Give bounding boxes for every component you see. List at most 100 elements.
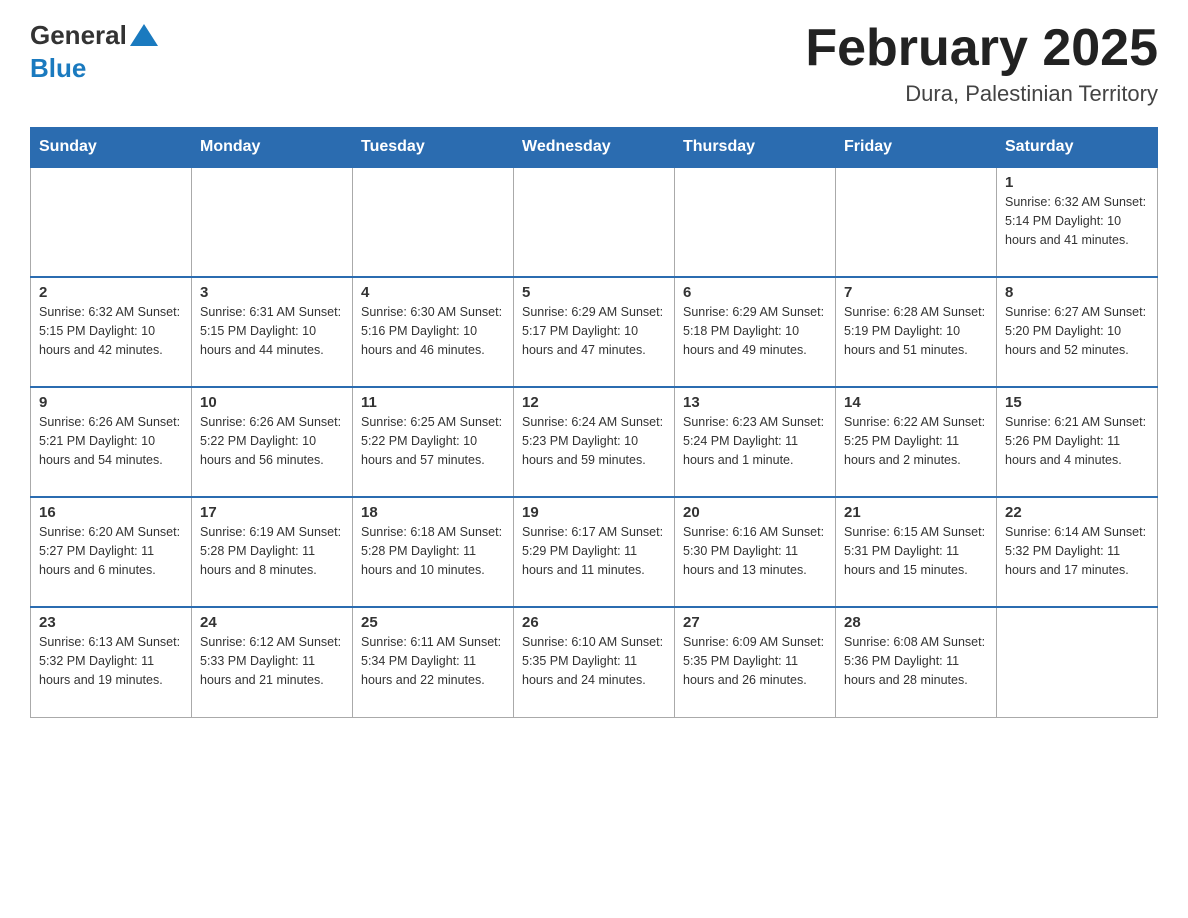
- month-title: February 2025: [805, 20, 1158, 77]
- calendar-cell: 5 Sunrise: 6:29 AM Sunset: 5:17 PM Daylig…: [514, 277, 675, 387]
- day-info: Sunrise: 6:22 AM Sunset: 5:25 PM Dayligh…: [844, 413, 988, 469]
- calendar-cell: 11 Sunrise: 6:25 AM Sunset: 5:22 PM Dayli…: [353, 387, 514, 497]
- title-block: February 2025 Dura, Palestinian Territor…: [805, 20, 1158, 107]
- calendar-week-row: 16 Sunrise: 6:20 AM Sunset: 5:27 PM Dayli…: [31, 497, 1158, 607]
- logo-general-text: General: [30, 20, 127, 51]
- day-number: 14: [844, 394, 988, 411]
- calendar-cell: [192, 167, 353, 277]
- calendar-cell: 21 Sunrise: 6:15 AM Sunset: 5:31 PM Dayli…: [836, 497, 997, 607]
- day-number: 23: [39, 614, 183, 631]
- calendar-cell: 10 Sunrise: 6:26 AM Sunset: 5:22 PM Dayli…: [192, 387, 353, 497]
- day-number: 5: [522, 284, 666, 301]
- calendar-cell: 20 Sunrise: 6:16 AM Sunset: 5:30 PM Dayli…: [675, 497, 836, 607]
- day-info: Sunrise: 6:25 AM Sunset: 5:22 PM Dayligh…: [361, 413, 505, 469]
- weekday-header-thursday: Thursday: [675, 128, 836, 168]
- calendar-week-row: 2 Sunrise: 6:32 AM Sunset: 5:15 PM Daylig…: [31, 277, 1158, 387]
- calendar-cell: [836, 167, 997, 277]
- day-info: Sunrise: 6:18 AM Sunset: 5:28 PM Dayligh…: [361, 523, 505, 579]
- page-header: General Blue February 2025 Dura, Palesti…: [30, 20, 1158, 107]
- calendar-week-row: 23 Sunrise: 6:13 AM Sunset: 5:32 PM Dayli…: [31, 607, 1158, 717]
- calendar-cell: 24 Sunrise: 6:12 AM Sunset: 5:33 PM Dayli…: [192, 607, 353, 717]
- calendar-cell: 4 Sunrise: 6:30 AM Sunset: 5:16 PM Daylig…: [353, 277, 514, 387]
- day-info: Sunrise: 6:20 AM Sunset: 5:27 PM Dayligh…: [39, 523, 183, 579]
- day-info: Sunrise: 6:12 AM Sunset: 5:33 PM Dayligh…: [200, 633, 344, 689]
- day-number: 27: [683, 614, 827, 631]
- calendar-week-row: 9 Sunrise: 6:26 AM Sunset: 5:21 PM Daylig…: [31, 387, 1158, 497]
- calendar-cell: [31, 167, 192, 277]
- day-number: 4: [361, 284, 505, 301]
- weekday-header-sunday: Sunday: [31, 128, 192, 168]
- logo-triangle-icon: [130, 24, 158, 46]
- day-number: 16: [39, 504, 183, 521]
- logo: General Blue: [30, 20, 158, 84]
- day-number: 11: [361, 394, 505, 411]
- day-info: Sunrise: 6:19 AM Sunset: 5:28 PM Dayligh…: [200, 523, 344, 579]
- day-number: 22: [1005, 504, 1149, 521]
- day-info: Sunrise: 6:13 AM Sunset: 5:32 PM Dayligh…: [39, 633, 183, 689]
- day-info: Sunrise: 6:32 AM Sunset: 5:15 PM Dayligh…: [39, 303, 183, 359]
- day-number: 2: [39, 284, 183, 301]
- day-number: 9: [39, 394, 183, 411]
- day-number: 6: [683, 284, 827, 301]
- calendar-cell: [675, 167, 836, 277]
- day-number: 21: [844, 504, 988, 521]
- day-info: Sunrise: 6:17 AM Sunset: 5:29 PM Dayligh…: [522, 523, 666, 579]
- day-info: Sunrise: 6:23 AM Sunset: 5:24 PM Dayligh…: [683, 413, 827, 469]
- day-number: 12: [522, 394, 666, 411]
- calendar-cell: 28 Sunrise: 6:08 AM Sunset: 5:36 PM Dayli…: [836, 607, 997, 717]
- weekday-header-friday: Friday: [836, 128, 997, 168]
- day-number: 8: [1005, 284, 1149, 301]
- day-info: Sunrise: 6:32 AM Sunset: 5:14 PM Dayligh…: [1005, 193, 1149, 249]
- calendar-cell: 8 Sunrise: 6:27 AM Sunset: 5:20 PM Daylig…: [997, 277, 1158, 387]
- calendar-cell: 7Sunrise: 6:28 AM Sunset: 5:19 PM Daylig…: [836, 277, 997, 387]
- day-info: Sunrise: 6:09 AM Sunset: 5:35 PM Dayligh…: [683, 633, 827, 689]
- day-info: Sunrise: 6:26 AM Sunset: 5:21 PM Dayligh…: [39, 413, 183, 469]
- day-info: Sunrise: 6:30 AM Sunset: 5:16 PM Dayligh…: [361, 303, 505, 359]
- calendar-cell: 3Sunrise: 6:31 AM Sunset: 5:15 PM Daylig…: [192, 277, 353, 387]
- day-info: Sunrise: 6:16 AM Sunset: 5:30 PM Dayligh…: [683, 523, 827, 579]
- calendar-cell: 15 Sunrise: 6:21 AM Sunset: 5:26 PM Dayli…: [997, 387, 1158, 497]
- location-subtitle: Dura, Palestinian Territory: [805, 81, 1158, 107]
- day-number: 13: [683, 394, 827, 411]
- calendar-cell: 25 Sunrise: 6:11 AM Sunset: 5:34 PM Dayli…: [353, 607, 514, 717]
- calendar-cell: 13 Sunrise: 6:23 AM Sunset: 5:24 PM Dayli…: [675, 387, 836, 497]
- weekday-header-row: SundayMondayTuesdayWednesdayThursdayFrid…: [31, 128, 1158, 168]
- day-number: 28: [844, 614, 988, 631]
- calendar-cell: 27 Sunrise: 6:09 AM Sunset: 5:35 PM Dayli…: [675, 607, 836, 717]
- calendar-cell: 18Sunrise: 6:18 AM Sunset: 5:28 PM Dayli…: [353, 497, 514, 607]
- day-info: Sunrise: 6:11 AM Sunset: 5:34 PM Dayligh…: [361, 633, 505, 689]
- day-number: 24: [200, 614, 344, 631]
- day-info: Sunrise: 6:31 AM Sunset: 5:15 PM Dayligh…: [200, 303, 344, 359]
- calendar-cell: 2 Sunrise: 6:32 AM Sunset: 5:15 PM Daylig…: [31, 277, 192, 387]
- day-info: Sunrise: 6:29 AM Sunset: 5:17 PM Dayligh…: [522, 303, 666, 359]
- day-number: 15: [1005, 394, 1149, 411]
- weekday-header-monday: Monday: [192, 128, 353, 168]
- weekday-header-tuesday: Tuesday: [353, 128, 514, 168]
- weekday-header-saturday: Saturday: [997, 128, 1158, 168]
- calendar-cell: 12 Sunrise: 6:24 AM Sunset: 5:23 PM Dayli…: [514, 387, 675, 497]
- day-info: Sunrise: 6:28 AM Sunset: 5:19 PM Dayligh…: [844, 303, 988, 359]
- day-info: Sunrise: 6:21 AM Sunset: 5:26 PM Dayligh…: [1005, 413, 1149, 469]
- calendar-cell: 16 Sunrise: 6:20 AM Sunset: 5:27 PM Dayli…: [31, 497, 192, 607]
- weekday-header-wednesday: Wednesday: [514, 128, 675, 168]
- day-info: Sunrise: 6:24 AM Sunset: 5:23 PM Dayligh…: [522, 413, 666, 469]
- day-info: Sunrise: 6:27 AM Sunset: 5:20 PM Dayligh…: [1005, 303, 1149, 359]
- day-number: 10: [200, 394, 344, 411]
- day-info: Sunrise: 6:15 AM Sunset: 5:31 PM Dayligh…: [844, 523, 988, 579]
- day-number: 1: [1005, 174, 1149, 191]
- day-info: Sunrise: 6:26 AM Sunset: 5:22 PM Dayligh…: [200, 413, 344, 469]
- day-info: Sunrise: 6:29 AM Sunset: 5:18 PM Dayligh…: [683, 303, 827, 359]
- calendar-cell: 19Sunrise: 6:17 AM Sunset: 5:29 PM Dayli…: [514, 497, 675, 607]
- day-info: Sunrise: 6:08 AM Sunset: 5:36 PM Dayligh…: [844, 633, 988, 689]
- calendar-cell: 14 Sunrise: 6:22 AM Sunset: 5:25 PM Dayli…: [836, 387, 997, 497]
- day-number: 26: [522, 614, 666, 631]
- logo-wordmark: General Blue: [30, 20, 158, 84]
- calendar-table: SundayMondayTuesdayWednesdayThursdayFrid…: [30, 127, 1158, 718]
- calendar-cell: [997, 607, 1158, 717]
- calendar-cell: 23 Sunrise: 6:13 AM Sunset: 5:32 PM Dayli…: [31, 607, 192, 717]
- calendar-week-row: 1 Sunrise: 6:32 AM Sunset: 5:14 PM Daylig…: [31, 167, 1158, 277]
- day-number: 25: [361, 614, 505, 631]
- day-number: 20: [683, 504, 827, 521]
- calendar-cell: 22Sunrise: 6:14 AM Sunset: 5:32 PM Dayli…: [997, 497, 1158, 607]
- day-info: Sunrise: 6:10 AM Sunset: 5:35 PM Dayligh…: [522, 633, 666, 689]
